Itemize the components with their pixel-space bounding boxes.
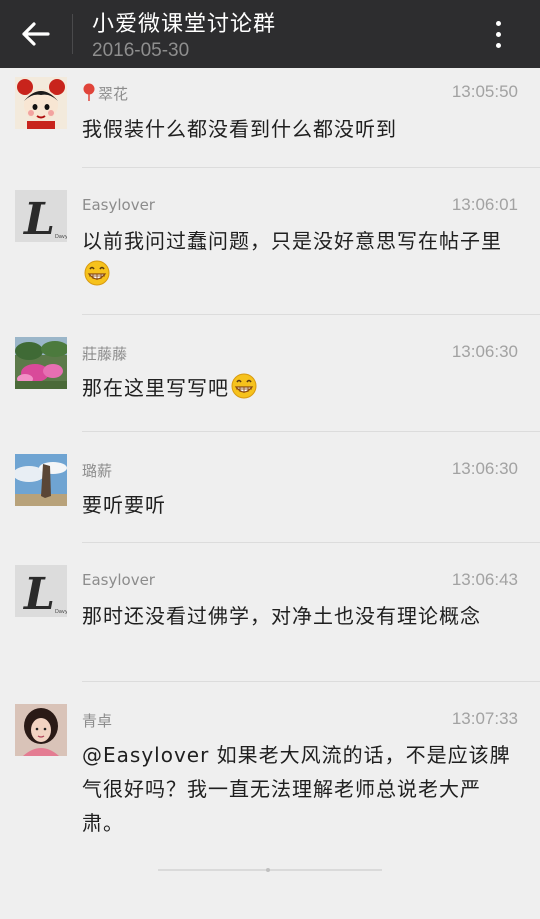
flower-garden-avatar[interactable] [15,337,67,389]
message-text: 要听要听 [82,493,166,517]
gothic-L-avatar[interactable]: L Davy [15,565,67,617]
message-time: 13:05:50 [451,82,518,101]
message-time: 13:07:33 [451,709,518,728]
message-sender[interactable]: Easylover [82,196,155,214]
gothic-L-avatar[interactable]: L Davy [15,190,67,242]
message-item: L Davy Easylover 13:06:43 那时还没看过佛学，对净土也没… [15,543,540,682]
more-menu-button[interactable] [480,14,516,54]
cartoon-girl-avatar[interactable] [15,77,67,129]
message-time: 13:06:01 [451,195,518,214]
more-dot-icon [495,42,501,48]
message-sender[interactable]: 翠花 [82,83,128,104]
scroll-dot-icon [266,868,270,872]
message-time: 13:06:30 [451,459,518,478]
top-bar: 小爱微课堂讨论群 2016-05-30 [0,0,540,68]
message-sender[interactable]: 莊藤藤 [82,343,127,364]
scroll-indicator [158,868,382,872]
message-item: L Davy Easylover 13:06:01 以前我问过蠢问题，只是没好意… [15,168,540,315]
message-text: 我假装什么都没看到什么都没听到 [82,117,397,141]
message-list[interactable]: 翠花 13:05:50 我假装什么都没看到什么都没听到 L Davy Easyl… [0,68,540,852]
message-item: 莊藤藤 13:06:30 那在这里写写吧 [15,315,540,432]
message-text: 那时还没看过佛学，对净土也没有理论概念 [82,604,481,628]
message-sender[interactable]: 璐薪 [82,460,112,481]
pin-icon [83,83,95,101]
message-time: 13:06:43 [451,570,518,589]
woman-photo-avatar[interactable] [15,704,67,756]
message-item: 青卓 13:07:33 @Easylover 如果老大风流的话，不是应该脾气很好… [15,682,540,852]
message-text: @Easylover 如果老大风流的话，不是应该脾气很好吗？我一直无法理解老师总… [82,743,511,835]
group-title: 小爱微课堂讨论群 [92,12,277,37]
grin-emoji-icon [231,373,257,399]
message-text: 那在这里写写吧 [82,371,512,405]
group-date: 2016-05-30 [92,40,190,61]
svg-text:Davy: Davy [55,234,67,240]
back-arrow-icon [22,22,50,46]
svg-text:L: L [22,569,55,617]
header-divider [72,14,73,54]
grin-emoji-icon [84,260,110,286]
message-text: 以前我问过蠢问题，只是没好意思写在帖子里 [82,224,512,292]
more-dot-icon [495,20,501,26]
message-time: 13:06:30 [451,342,518,361]
rock-sky-avatar[interactable] [15,454,67,506]
svg-text:Davy: Davy [55,609,67,615]
message-item: 翠花 13:05:50 我假装什么都没看到什么都没听到 [15,68,540,168]
svg-text:L: L [22,194,55,242]
sender-name: 翠花 [98,85,129,103]
message-sender[interactable]: 青卓 [82,710,112,731]
back-button[interactable] [14,14,58,54]
more-dot-icon [495,31,501,37]
message-item: 璐薪 13:06:30 要听要听 [15,432,540,543]
message-sender[interactable]: Easylover [82,571,155,589]
